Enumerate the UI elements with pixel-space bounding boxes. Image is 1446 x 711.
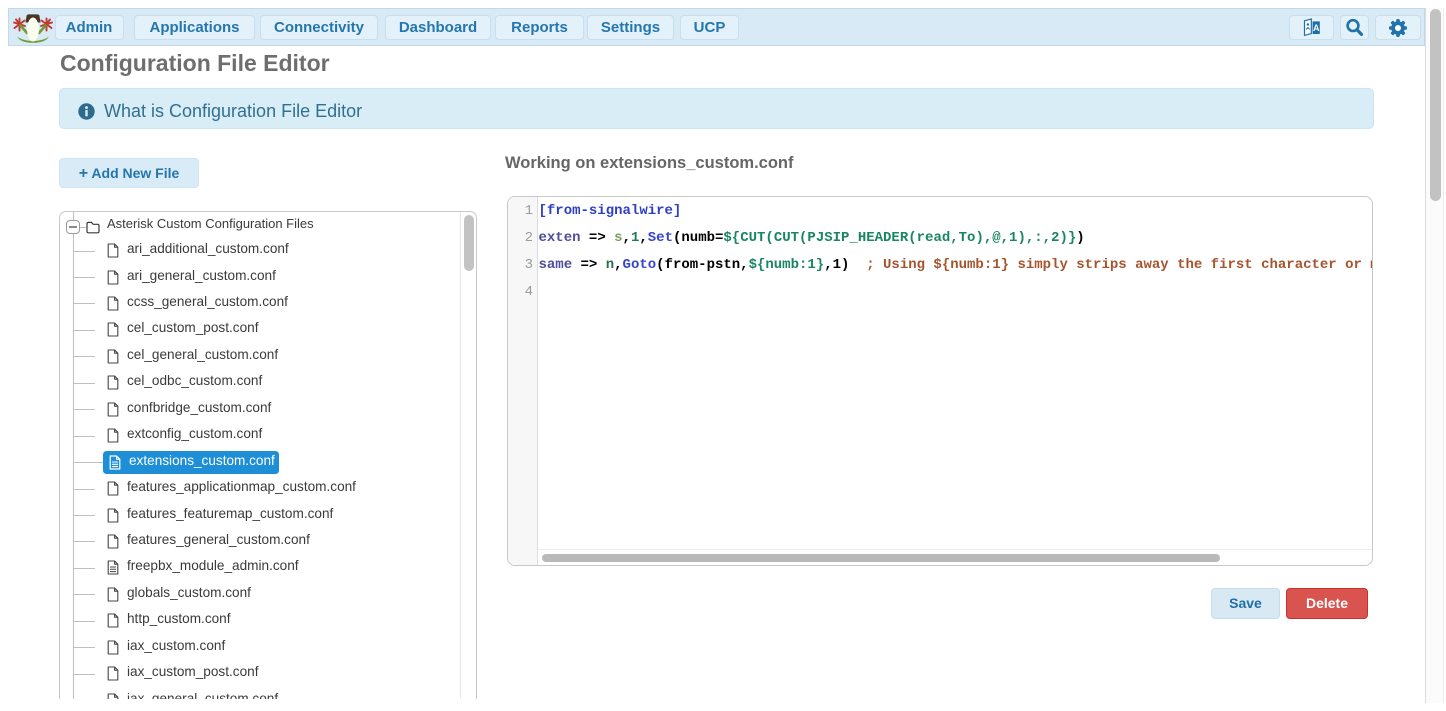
svg-text:A: A (1312, 23, 1319, 33)
